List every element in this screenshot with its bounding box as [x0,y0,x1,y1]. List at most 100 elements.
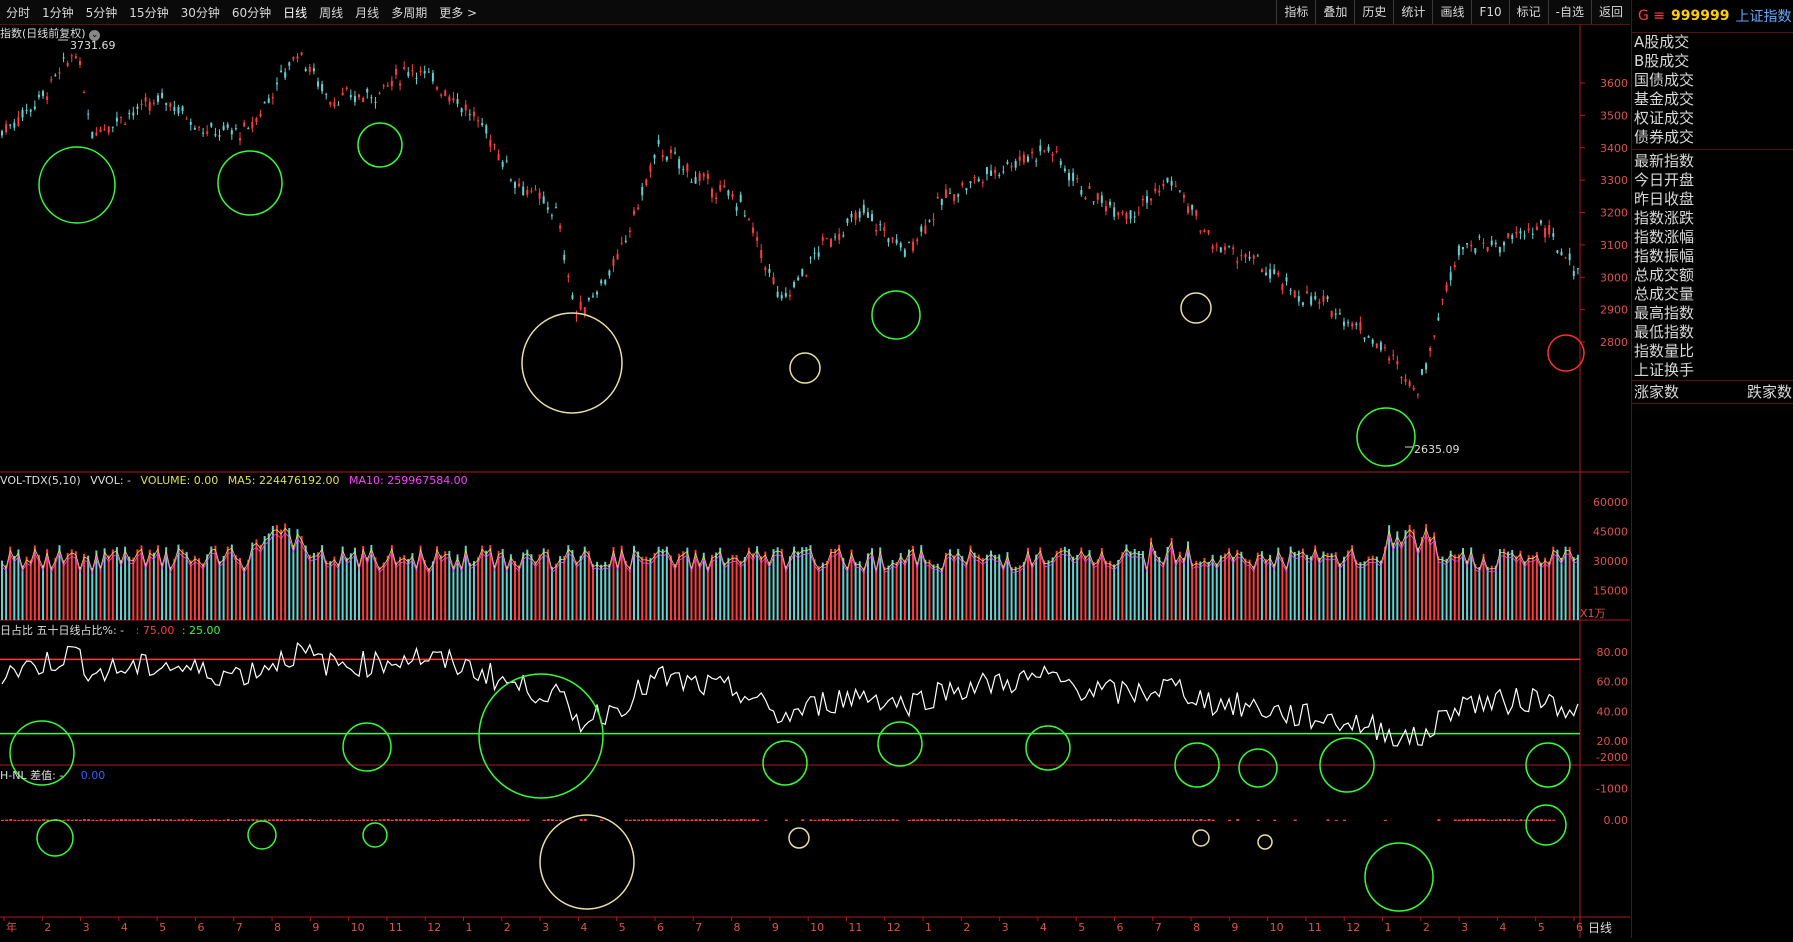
period-tab-5[interactable]: 60分钟 [226,4,277,21]
volume-bar [899,552,902,620]
volume-bar [1100,547,1103,620]
candle-body [1154,188,1157,192]
nhnl-bar-pos [990,819,994,821]
candle-body [784,293,787,297]
candle-body [1548,225,1551,235]
nhnl-bar-pos [924,819,928,821]
volume-bar [760,556,763,620]
nhnl-bar-pos [715,819,719,821]
volume-bar [1474,563,1477,620]
chart-area[interactable]: 3600 3500 3400 3300 3200 3100 3000 2900 2800 6000… [0,25,1630,938]
annotation-circle [789,352,821,384]
nhnl-bar-pos [1133,819,1137,821]
candle-body [657,139,660,145]
candle-body [698,173,701,181]
volume-bar [682,551,685,620]
tool-button-5[interactable]: F10 [1471,0,1508,24]
nhnl-bar-pos [325,819,329,821]
nhnl-bar-pos [148,819,152,821]
volume-bar [1228,548,1231,620]
nhnl-bar-pos [111,819,115,821]
volume-bar [895,561,898,620]
nhnl-bar-pos [985,819,989,821]
candle-body [1141,199,1144,201]
candle-body [1260,269,1263,273]
period-tab-9[interactable]: 多周期 [385,4,433,21]
volume-bar [715,552,718,620]
nhnl-bar-pos [452,819,456,821]
tool-button-0[interactable]: 指标 [1276,0,1315,24]
candle-body [559,225,562,229]
candle-body [501,161,504,167]
volume-bar [148,549,151,620]
candle-body [497,153,500,161]
period-tab-1[interactable]: 1分钟 [36,4,80,21]
candle-body [1031,151,1034,154]
candle-body [518,183,521,187]
candle-body [70,55,73,57]
volume-bar [382,562,385,620]
tool-button-2[interactable]: 历史 [1354,0,1393,24]
candle-body [1277,272,1280,276]
candle-body [752,227,755,233]
period-tab-3[interactable]: 15分钟 [123,4,174,21]
nhnl-bar-pos [1503,819,1507,821]
tool-button-4[interactable]: 画线 [1432,0,1471,24]
x-tick-label: 3 [542,921,549,934]
period-tab-7[interactable]: 周线 [313,4,349,21]
candle-body [1006,161,1009,164]
candle-body [694,177,697,184]
nhnl-bar-pos [1474,819,1478,821]
volume-bar [1384,546,1387,620]
volume-bar [579,555,582,620]
nhnl-bar-pos [427,819,431,821]
x-tick-label: 6 [197,921,204,934]
volume-panel-title: VOL-TDX(5,10) VVOL: - VOLUME: 0.00 MA5: … [0,474,468,487]
candle-body [538,192,541,199]
candle-body [1109,201,1112,206]
candle-body [17,117,20,126]
volume-bar [1018,565,1021,620]
tool-button-6[interactable]: 标记 [1508,0,1548,24]
volume-bar [1039,547,1042,620]
volume-bar [977,554,980,620]
volume-bar [267,533,270,620]
volume-bar [247,559,250,620]
turnover-list: A股成交 B股成交 国债成交 基金成交 权证成交 债券成交 [1632,33,1793,147]
candle-body [669,149,672,153]
candle-body [834,236,837,238]
candle-body [1113,207,1116,217]
nhnl-bar-pos [698,819,702,821]
volume-bar [998,554,1001,620]
candle-body [1068,172,1071,181]
nhnl-tick-label: -1000 [1596,783,1628,796]
period-tab-8[interactable]: 月线 [349,4,385,21]
tool-button-8[interactable]: 返回 [1590,0,1630,24]
candle-body [1207,230,1210,234]
period-tab-4[interactable]: 30分钟 [175,4,226,21]
candle-body [682,169,685,171]
candle-body [144,97,147,102]
period-tab-0[interactable]: 分时 [0,4,36,21]
candle-body [875,230,878,232]
candle-body [477,120,480,122]
candle-body [879,224,882,226]
candle-body [1080,190,1083,195]
tool-button-1[interactable]: 叠加 [1315,0,1354,24]
volume-bar [1219,555,1222,620]
candle-body [1461,247,1464,250]
period-tab-6[interactable]: 日线 [277,4,313,21]
candle-body [132,112,135,116]
period-tab-2[interactable]: 5分钟 [80,4,124,21]
volume-bar [472,561,475,620]
candle-body [312,68,315,72]
tool-button-7[interactable]: -自选 [1547,0,1591,24]
nhnl-bar-pos [1174,819,1178,821]
volume-bar [99,565,102,620]
tool-button-3[interactable]: 统计 [1393,0,1432,24]
volume-bar [665,546,668,620]
candle-body [1084,197,1087,200]
volume-bar [386,555,389,620]
period-tab-10[interactable]: 更多 > [433,4,483,21]
nhnl-bar-pos [300,819,304,821]
